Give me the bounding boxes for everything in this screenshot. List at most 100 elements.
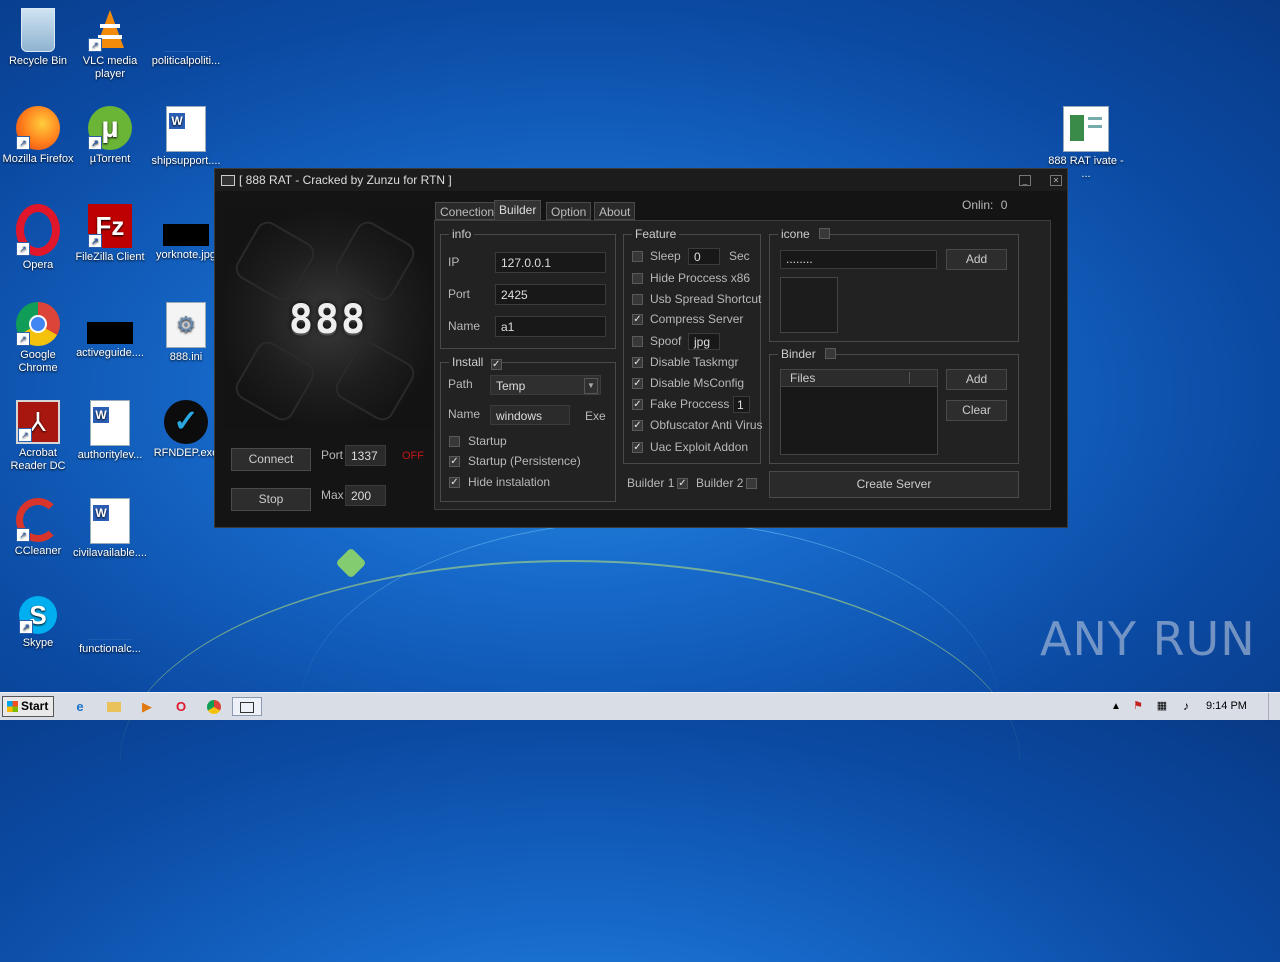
tab-option[interactable]: Option [546,202,592,220]
builder1-checkbox[interactable]: ✓ [677,478,688,489]
builder1-label: Builder 1 [627,476,675,490]
persistence-checkbox[interactable]: ✓ [449,456,460,467]
spoof-label: Spoof [650,334,682,348]
internet-explorer-icon[interactable]: e [70,697,90,716]
ext-label: Exe [585,409,606,423]
desktop-icon-label: authoritylev... [77,449,143,461]
desktop-icon-vlc[interactable]: ↗ VLC media player [72,8,148,81]
desktop-icon-skype[interactable]: S ↗ Skype [0,596,76,650]
network-icon[interactable]: ▦ [1152,697,1172,716]
desktop-icon-chrome[interactable]: ↗ Google Chrome [0,302,76,375]
desktop-icon-opera[interactable]: ↗ Opera [0,204,76,272]
chrome-icon: ↗ [16,302,60,346]
volume-icon[interactable]: ♪ [1176,697,1196,716]
desktop-icon-rfndep[interactable]: ✓ RFNDEP.exe [148,400,224,460]
uac-exploit-checkbox[interactable]: ✓ [632,442,643,453]
desktop-icon-authoritylev[interactable]: W authoritylev... [72,400,148,462]
wallpaper-swoosh [120,560,1020,962]
binder-file-list[interactable]: Files [780,369,938,455]
desktop-icon-acrobat[interactable]: ⅄ ↗ Acrobat Reader DC [0,400,76,473]
icon-add-button[interactable]: Add [946,249,1007,270]
port-label: Port [321,448,344,462]
desktop-icon-yorknote[interactable]: yorknote.jpg [148,204,224,262]
media-player-icon[interactable]: ▶ [137,697,157,716]
startup-label: Startup [468,434,507,448]
desktop-icon-label: shipsupport.... [151,155,221,167]
desktop-icon-label: CCleaner [14,545,62,557]
desktop-icon-ccleaner[interactable]: ↗ CCleaner [0,498,76,558]
action-center-flag-icon[interactable]: ⚑ [1128,697,1148,716]
binder-checkbox[interactable] [825,348,837,359]
ccleaner-icon: ↗ [16,498,60,542]
minimize-button[interactable]: _ [1019,175,1031,186]
show-desktop-button[interactable] [1268,693,1280,720]
desktop-icon-activeguide[interactable]: activeguide.... [72,302,148,360]
disable-msconfig-checkbox[interactable]: ✓ [632,378,643,389]
shortcut-arrow-icon: ↗ [16,528,30,542]
folder-icon[interactable] [104,697,124,716]
disable-taskmgr-checkbox[interactable]: ✓ [632,357,643,368]
info-group: info IP 127.0.0.1 Port 2425 Name a1 [440,227,616,349]
chrome-taskbar-icon[interactable] [204,697,224,716]
rat-taskbar-button[interactable] [232,697,262,716]
persistence-label: Startup (Persistence) [468,454,581,468]
install-checkbox[interactable]: ✓ [490,359,502,370]
clock[interactable]: 9:14 PM [1206,700,1247,712]
compress-server-checkbox[interactable]: ✓ [632,314,643,325]
desktop-icon-filezilla[interactable]: Fz ↗ FileZilla Client [72,204,148,264]
install-name-input[interactable]: windows [490,405,570,425]
desktop-icon-recycle-bin[interactable]: Recycle Bin [0,8,76,68]
shortcut-arrow-icon: ↗ [18,428,32,442]
desktop-icon-civilavailable[interactable]: W civilavailable.... [72,498,148,560]
desktop-icon-functionalc[interactable]: functionalc... [72,596,148,656]
tab-builder[interactable]: Builder [494,200,542,221]
hide-installation-checkbox[interactable]: ✓ [449,477,460,488]
binder-clear-button[interactable]: Clear [946,400,1007,421]
builder2-checkbox[interactable] [746,478,757,489]
icone-checkbox[interactable] [819,228,831,239]
shortcut-arrow-icon: ↗ [88,234,102,248]
close-button[interactable]: ✕ [1050,175,1062,186]
hide-process-checkbox[interactable] [632,273,643,284]
desktop-icon-firefox[interactable]: ↗ Mozilla Firefox [0,106,76,166]
desktop-icon-politicalpoliti[interactable]: politicalpoliti... [148,8,224,68]
install-group: Install ✓ Path Temp ▼ Name windows Exe S… [440,355,616,502]
opera-taskbar-icon[interactable]: O [171,697,191,716]
name-input[interactable]: a1 [495,316,606,337]
max-connections-input[interactable]: 200 [345,485,386,506]
fake-process-checkbox[interactable]: ✓ [632,399,643,410]
show-hidden-icons-icon[interactable]: ▲ [1106,697,1126,716]
recycle-bin-icon [21,8,55,52]
sleep-checkbox[interactable] [632,251,643,262]
listen-port-input[interactable]: 1337 [345,445,386,466]
desktop-icon-label: Skype [22,637,54,649]
files-column-header[interactable]: Files [781,370,937,387]
port-input[interactable]: 2425 [495,284,606,305]
install-title-text: Install [452,355,484,369]
tab-conection[interactable]: Conection [435,202,500,220]
spoof-checkbox[interactable] [632,336,643,347]
tab-about[interactable]: About [594,202,636,220]
create-server-button[interactable]: Create Server [769,471,1019,498]
desktop-icon-888ini[interactable]: ⚙ 888.ini [148,302,224,364]
desktop-icon-shipsupport[interactable]: W shipsupport.... [148,106,224,168]
fake-process-input[interactable]: 1 [733,396,750,413]
usb-spread-checkbox[interactable] [632,294,643,305]
window-titlebar[interactable]: [ 888 RAT - Cracked by Zunzu for RTN ] _… [215,169,1067,191]
path-select[interactable]: Temp ▼ [490,375,601,395]
connect-button[interactable]: Connect [231,448,311,471]
app-icon [221,175,235,186]
binder-add-button[interactable]: Add [946,369,1007,390]
stop-button[interactable]: Stop [231,488,311,511]
ip-input[interactable]: 127.0.0.1 [495,252,606,273]
firefox-icon: ↗ [16,106,60,150]
icon-path-input[interactable]: ........ [780,250,937,269]
disable-msconfig-label: Disable MsConfig [650,376,745,390]
obfuscator-checkbox[interactable]: ✓ [632,420,643,431]
start-button[interactable]: Start [2,696,54,717]
startup-checkbox[interactable] [449,436,460,447]
spoof-input[interactable]: jpg [688,333,720,350]
sleep-input[interactable]: 0 [688,248,720,265]
desktop-icon-utorrent[interactable]: µ ↗ µTorrent [72,106,148,166]
online-label: Onlin: 0 [962,198,1007,212]
